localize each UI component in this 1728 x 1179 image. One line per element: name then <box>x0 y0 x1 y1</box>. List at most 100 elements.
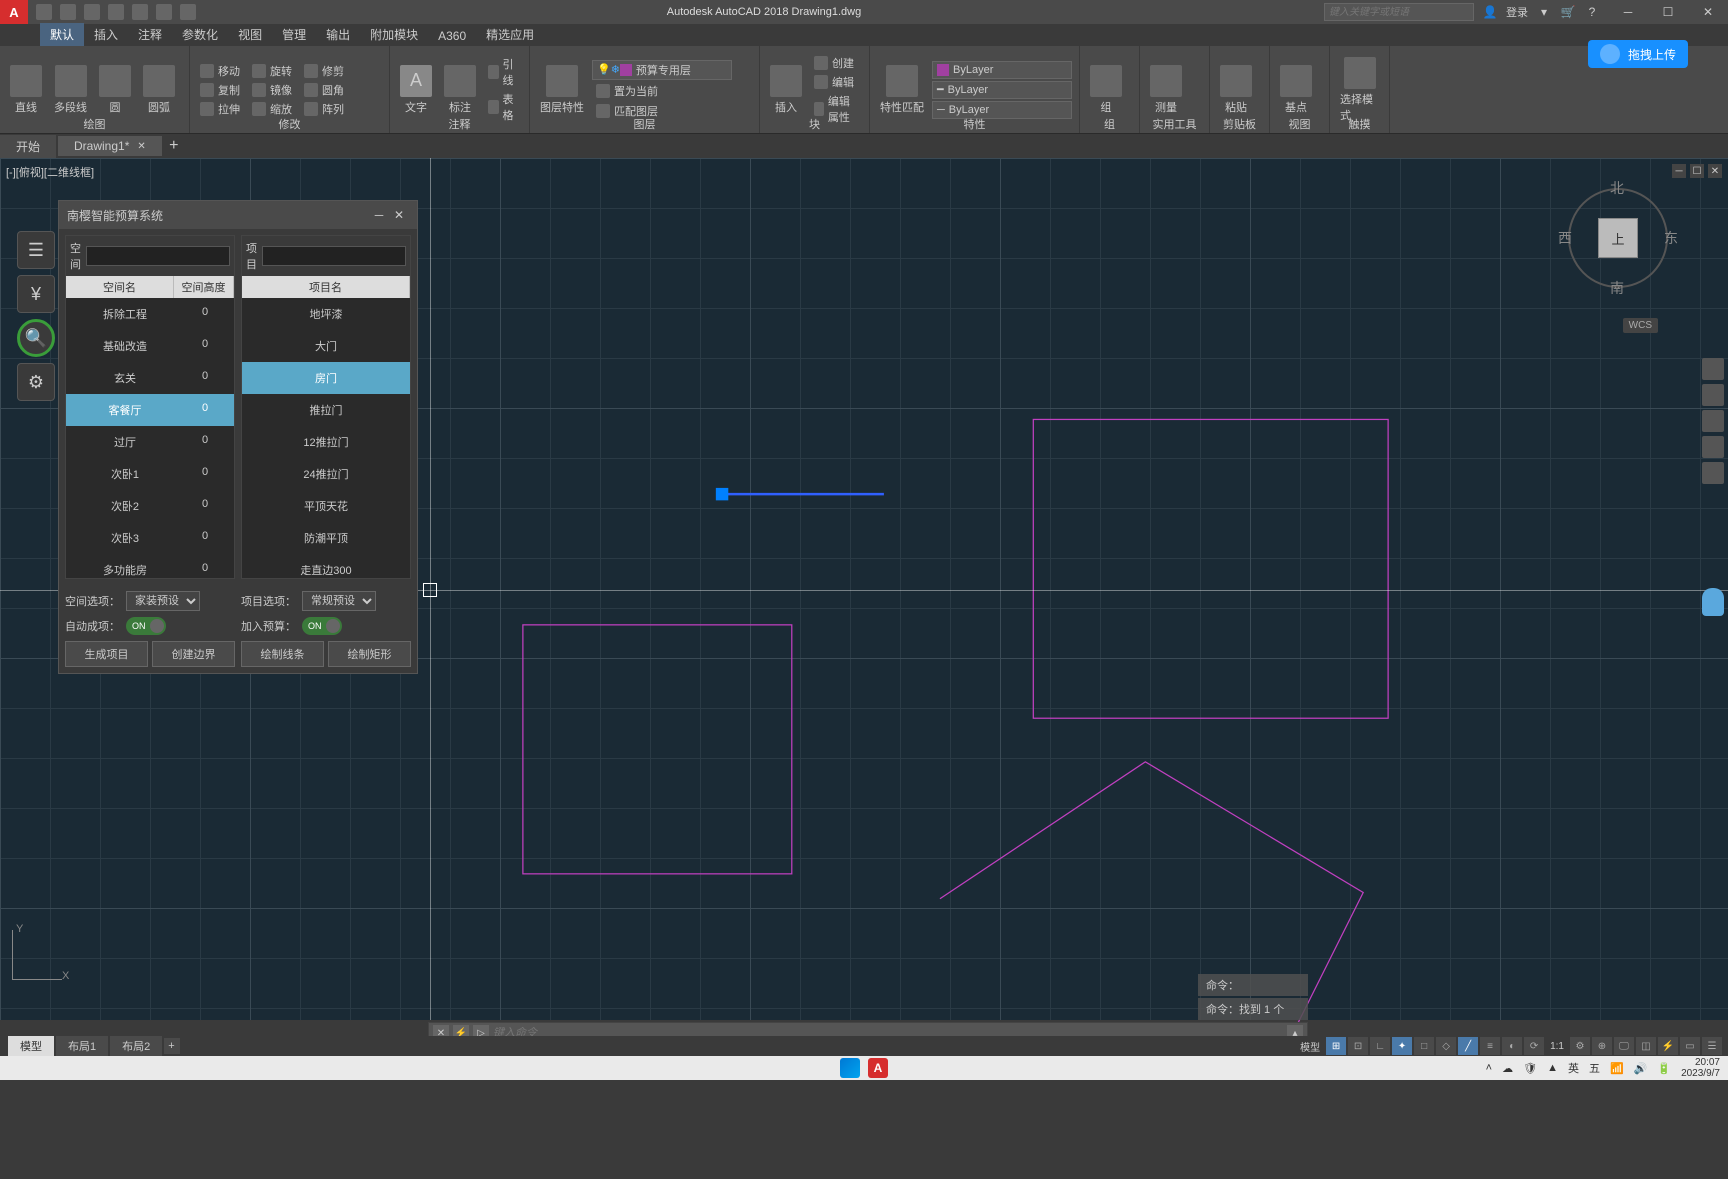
space-option-select[interactable]: 家装预设 <box>126 591 200 611</box>
plugin-search-icon[interactable]: 🔍 <box>17 319 55 357</box>
auto-toggle[interactable]: ON <box>126 617 166 635</box>
qat-saveas-icon[interactable] <box>108 4 124 20</box>
windows-start-icon[interactable] <box>840 1058 860 1078</box>
qat-new-icon[interactable] <box>36 4 52 20</box>
trim-button[interactable]: 修剪 <box>300 62 348 80</box>
polyline-button[interactable]: 多段线 <box>50 63 91 117</box>
layout2-tab[interactable]: 布局2 <box>110 1036 162 1056</box>
generate-project-button[interactable]: 生成项目 <box>65 641 148 667</box>
project-row[interactable]: 平顶天花 <box>242 490 410 522</box>
status-scale[interactable]: 1:1 <box>1546 1041 1568 1052</box>
status-annoscale-icon[interactable]: ⚙ <box>1570 1037 1590 1055</box>
color-dropdown[interactable]: ByLayer <box>932 61 1072 79</box>
status-hardware-icon[interactable]: ⚡ <box>1658 1037 1678 1055</box>
space-row[interactable]: 玄关0 <box>66 362 234 394</box>
match-props-button[interactable]: 特性匹配 <box>876 63 928 117</box>
project-row[interactable]: 12推拉门 <box>242 426 410 458</box>
status-monitor-icon[interactable]: 🖵 <box>1614 1037 1634 1055</box>
ribbon-tab-annotate[interactable]: 注释 <box>128 23 172 46</box>
compass-west[interactable]: 西 <box>1558 228 1572 248</box>
dim-button[interactable]: 标注 <box>440 63 480 117</box>
project-option-select[interactable]: 常规预设 <box>302 591 376 611</box>
status-model[interactable]: 模型 <box>1296 1039 1324 1054</box>
add-layout-button[interactable]: + <box>164 1038 180 1054</box>
leader-button[interactable]: 引线 <box>484 55 523 89</box>
status-snap-icon[interactable]: ⊡ <box>1348 1037 1368 1055</box>
space-row[interactable]: 基础改造0 <box>66 330 234 362</box>
model-tab[interactable]: 模型 <box>8 1036 54 1056</box>
status-clean-icon[interactable]: ▭ <box>1680 1037 1700 1055</box>
project-search-input[interactable] <box>262 246 406 266</box>
plugin-minimize-button[interactable]: ─ <box>369 208 389 222</box>
line-button[interactable]: 直线 <box>6 63 46 117</box>
ribbon-tab-insert[interactable]: 插入 <box>84 23 128 46</box>
wcs-label[interactable]: WCS <box>1623 318 1658 333</box>
nav-pan-icon[interactable] <box>1702 384 1724 406</box>
space-search-input[interactable] <box>86 246 230 266</box>
status-workspace-icon[interactable]: ⊕ <box>1592 1037 1612 1055</box>
project-row[interactable]: 房门 <box>242 362 410 394</box>
viewport-restore-icon[interactable]: ☐ <box>1690 164 1704 178</box>
status-3dosnap-icon[interactable]: ◇ <box>1436 1037 1456 1055</box>
lineweight-dropdown[interactable]: ━ByLayer <box>932 81 1072 99</box>
ribbon-tab-manage[interactable]: 管理 <box>272 23 316 46</box>
close-tab-icon[interactable]: ✕ <box>137 141 145 152</box>
stretch-button[interactable]: 拉伸 <box>196 100 244 118</box>
rotate-button[interactable]: 旋转 <box>248 62 296 80</box>
nav-orbit-icon[interactable] <box>1702 436 1724 458</box>
create-boundary-button[interactable]: 创建边界 <box>152 641 235 667</box>
qat-open-icon[interactable] <box>60 4 76 20</box>
nav-mouse-icon[interactable] <box>1702 588 1724 616</box>
qat-print-icon[interactable] <box>132 4 148 20</box>
space-row[interactable]: 次卧10 <box>66 458 234 490</box>
budget-toggle[interactable]: ON <box>302 617 342 635</box>
project-row[interactable]: 防潮平顶 <box>242 522 410 554</box>
layer-dropdown[interactable]: 💡❄预算专用层 <box>592 60 732 80</box>
tray-volume-icon[interactable]: 🔊 <box>1634 1062 1648 1075</box>
layer-current-button[interactable]: 置为当前 <box>592 82 662 100</box>
user-icon[interactable]: 👤 <box>1482 4 1498 20</box>
move-button[interactable]: 移动 <box>196 62 244 80</box>
layer-props-button[interactable]: 图层特性 <box>536 63 588 117</box>
upload-button[interactable]: 拖拽上传 <box>1588 40 1688 68</box>
plugin-settings-icon[interactable]: ⚙ <box>17 363 55 401</box>
paste-button[interactable]: 粘贴 <box>1216 63 1256 117</box>
status-grid-icon[interactable]: ⊞ <box>1326 1037 1346 1055</box>
qat-redo-icon[interactable] <box>180 4 196 20</box>
tray-clock[interactable]: 20:07 2023/9/7 <box>1681 1057 1720 1079</box>
add-tab-button[interactable]: + <box>164 137 184 155</box>
scale-button[interactable]: 缩放 <box>248 100 296 118</box>
nav-zoom-icon[interactable] <box>1702 410 1724 432</box>
compass-north[interactable]: 北 <box>1610 178 1624 198</box>
space-row[interactable]: 次卧30 <box>66 522 234 554</box>
status-transparency-icon[interactable]: ◐ <box>1502 1037 1522 1055</box>
ribbon-tab-addins[interactable]: 附加模块 <box>360 23 428 46</box>
status-otrack-icon[interactable]: ╱ <box>1458 1037 1478 1055</box>
project-row[interactable]: 地坪漆 <box>242 298 410 330</box>
view-label[interactable]: [-][俯视][二维线框] <box>6 164 94 180</box>
mirror-button[interactable]: 镜像 <box>248 81 296 99</box>
ribbon-tab-a360[interactable]: A360 <box>428 26 476 46</box>
project-row[interactable]: 24推拉门 <box>242 458 410 490</box>
space-row[interactable]: 过厅0 <box>66 426 234 458</box>
arc-button[interactable]: 圆弧 <box>139 63 179 117</box>
text-button[interactable]: A文字 <box>396 63 436 117</box>
space-row[interactable]: 拆除工程0 <box>66 298 234 330</box>
nav-showmotion-icon[interactable] <box>1702 462 1724 484</box>
qat-save-icon[interactable] <box>84 4 100 20</box>
status-ortho-icon[interactable]: ∟ <box>1370 1037 1390 1055</box>
doc-tab-start[interactable]: 开始 <box>0 135 56 158</box>
doc-tab-drawing1[interactable]: Drawing1*✕ <box>58 136 162 156</box>
status-polar-icon[interactable]: ✦ <box>1392 1037 1412 1055</box>
tray-security-icon[interactable]: 🛡 <box>1523 1062 1537 1075</box>
plugin-titlebar[interactable]: 南樱智能预算系统 ─ ✕ <box>59 201 417 229</box>
status-isolate-icon[interactable]: ◫ <box>1636 1037 1656 1055</box>
ribbon-tab-view[interactable]: 视图 <box>228 23 272 46</box>
status-lwt-icon[interactable]: ≡ <box>1480 1037 1500 1055</box>
block-create-button[interactable]: 创建 <box>810 54 863 72</box>
plugin-close-button[interactable]: ✕ <box>389 208 409 222</box>
cart-icon[interactable]: 🛒 <box>1560 4 1576 20</box>
tray-up-icon[interactable]: ˄ <box>1486 1062 1492 1074</box>
plugin-cost-icon[interactable]: ¥ <box>17 275 55 313</box>
insert-button[interactable]: 插入 <box>766 63 806 117</box>
